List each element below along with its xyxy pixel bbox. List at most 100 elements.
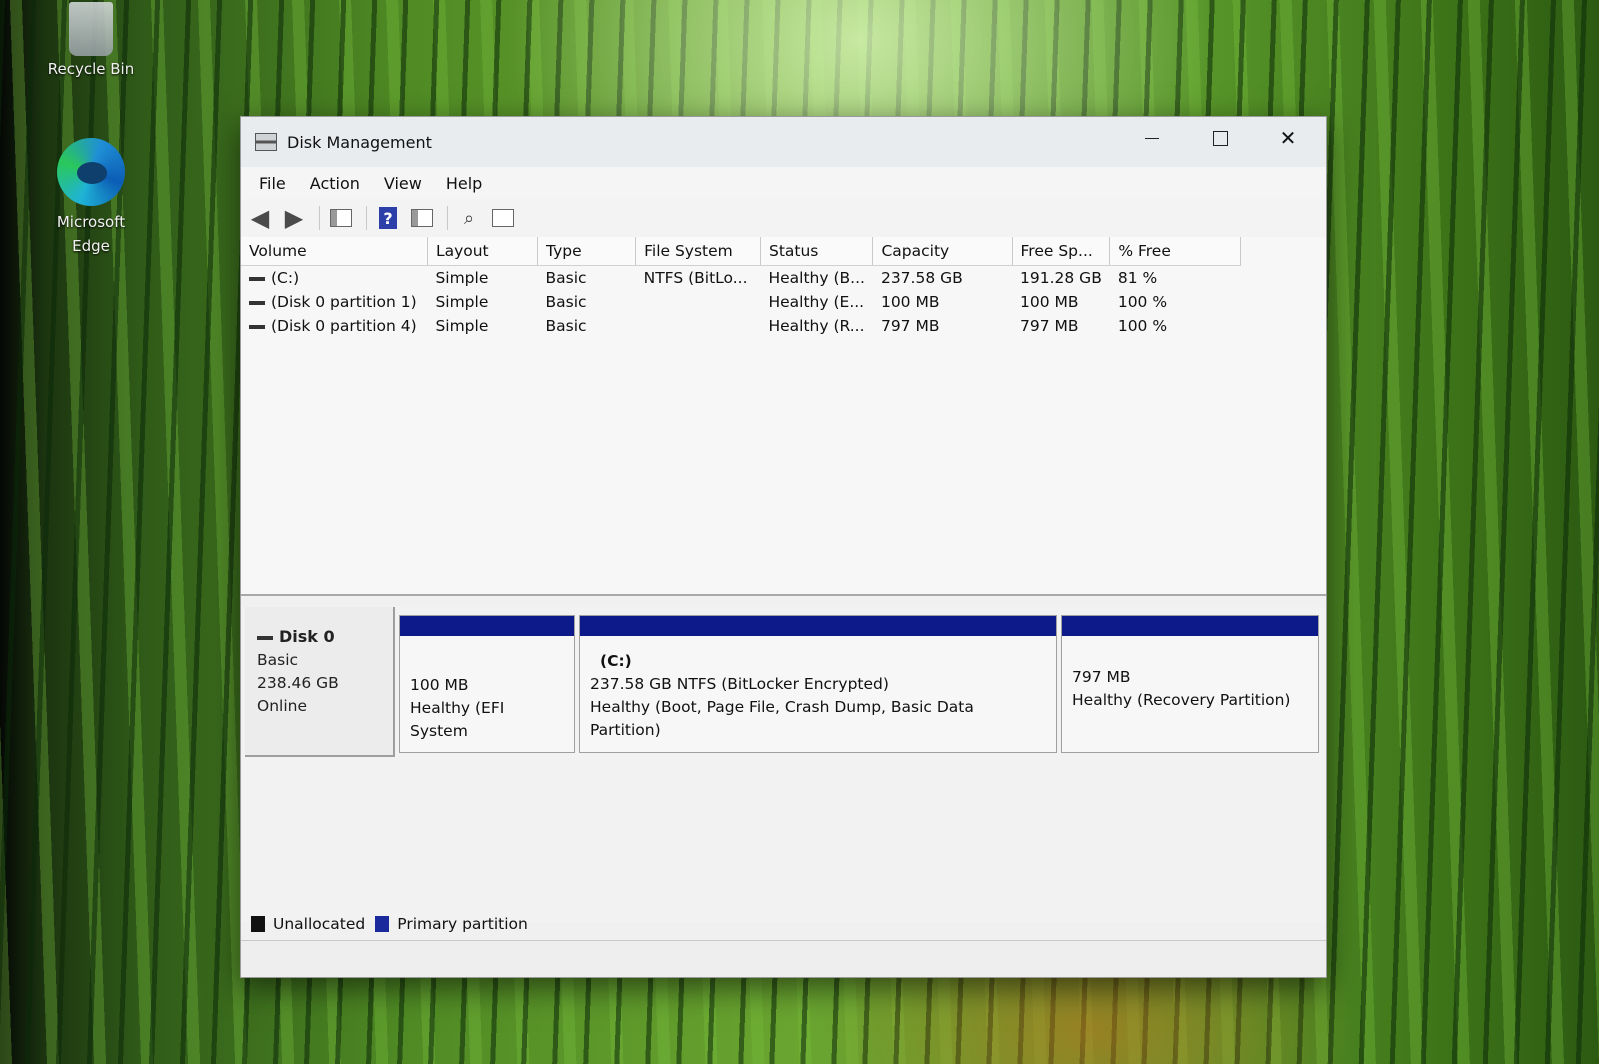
volume-file-system: [636, 290, 761, 314]
back-button[interactable]: ◀: [245, 204, 275, 232]
volume-icon: [249, 276, 265, 281]
show-hide-console-tree-button[interactable]: [326, 204, 356, 232]
primary-partition-stripe: [580, 616, 1056, 636]
partition-size: 797 MB: [1072, 668, 1131, 686]
maximize-icon: [1212, 130, 1228, 146]
minimize-icon: [1145, 137, 1159, 139]
forward-icon: ▶: [284, 204, 304, 232]
toolbar-separator: [447, 206, 448, 230]
column-header-type[interactable]: Type: [537, 237, 637, 266]
volume-layout: Simple: [435, 269, 489, 287]
window-title: Disk Management: [287, 132, 432, 152]
show-hide-action-pane-icon: [411, 209, 433, 227]
table-row[interactable]: (C:) Simple Basic NTFS (BitLo... Healthy…: [241, 266, 1241, 291]
minimize-button[interactable]: [1118, 117, 1186, 159]
column-header-free-space[interactable]: Free Sp...: [1012, 237, 1111, 266]
show-hide-action-pane-button[interactable]: [407, 204, 437, 232]
volume-type: Basic: [545, 269, 587, 287]
primary-partition-swatch: [375, 916, 390, 932]
disk-type: Basic: [257, 651, 299, 669]
volume-percent-free: 100 %: [1117, 317, 1168, 335]
volume-layout: Simple: [435, 293, 489, 311]
primary-partition-stripe: [1062, 616, 1318, 636]
disk-info-block[interactable]: Disk 0 Basic 238.46 GB Online: [245, 607, 395, 757]
volume-capacity: 237.58 GB: [880, 269, 963, 287]
legend: Unallocated Primary partition: [251, 915, 528, 933]
partition-size: 237.58 GB NTFS (BitLocker Encrypted): [590, 675, 889, 693]
recycle-bin-icon: [69, 2, 113, 56]
menu-view[interactable]: View: [372, 170, 434, 197]
volume-name: (Disk 0 partition 1): [271, 293, 417, 311]
partition-status: Healthy (EFI System: [410, 699, 505, 740]
table-row[interactable]: (Disk 0 partition 4) Simple Basic Health…: [241, 314, 1241, 338]
column-header-file-system[interactable]: File System: [635, 237, 761, 266]
volume-layout: Simple: [435, 317, 489, 335]
forward-button[interactable]: ▶: [279, 204, 309, 232]
back-icon: ◀: [250, 204, 270, 232]
toolbar: ◀ ▶ ? ⌕: [241, 199, 1326, 238]
partition-status: Healthy (Boot, Page File, Crash Dump, Ba…: [590, 698, 974, 739]
disk-state: Online: [257, 697, 307, 715]
desktop-icon-recycle-bin[interactable]: Recycle Bin: [36, 2, 146, 78]
disk-name: Disk 0: [279, 627, 335, 646]
toolbar-separator: [366, 206, 367, 230]
disk-size: 238.46 GB: [257, 674, 339, 692]
volume-list-pane[interactable]: Volume Layout Type File System Status Ca…: [241, 237, 1326, 596]
volume-file-system: NTFS (BitLo...: [643, 269, 748, 287]
toolbar-separator: [319, 206, 320, 230]
connect-button[interactable]: ⌕: [454, 204, 484, 232]
close-icon: ✕: [1279, 126, 1297, 150]
volume-type: Basic: [545, 317, 587, 335]
volume-free-space: 797 MB: [1020, 317, 1079, 335]
volume-status: Healthy (E...: [768, 293, 865, 311]
maximize-button[interactable]: [1186, 117, 1254, 159]
menu-file[interactable]: File: [247, 170, 298, 197]
volume-icon: [249, 324, 265, 329]
primary-partition-stripe: [400, 616, 574, 636]
column-header-volume[interactable]: Volume: [241, 237, 428, 266]
volume-percent-free: 81 %: [1117, 269, 1158, 287]
volume-capacity: 797 MB: [880, 317, 940, 335]
volume-name: (C:): [271, 269, 300, 287]
volume-status: Healthy (B...: [768, 269, 865, 287]
disk-management-window: Disk Management ✕ File Action View Help …: [240, 116, 1327, 978]
help-button[interactable]: ?: [373, 204, 403, 232]
menu-action[interactable]: Action: [298, 170, 372, 197]
properties-button[interactable]: [488, 204, 518, 232]
partition-efi[interactable]: 100 MB Healthy (EFI System: [399, 615, 575, 753]
connect-icon: ⌕: [463, 207, 475, 229]
partition-status: Healthy (Recovery Partition): [1072, 691, 1291, 709]
legend-unallocated: Unallocated: [273, 915, 366, 933]
partition-recovery[interactable]: 797 MB Healthy (Recovery Partition): [1061, 615, 1319, 753]
volume-percent-free: 100 %: [1117, 293, 1168, 311]
volume-table: Volume Layout Type File System Status Ca…: [241, 237, 1241, 338]
partition-label: (C:): [600, 652, 632, 670]
properties-icon: [492, 209, 514, 227]
desktop-icon-label: Recycle Bin: [47, 60, 135, 78]
close-button[interactable]: ✕: [1254, 117, 1322, 159]
partition-size: 100 MB: [410, 676, 469, 694]
menu-help[interactable]: Help: [434, 170, 494, 197]
desktop-icon-edge[interactable]: Microsoft Edge: [36, 138, 146, 258]
column-header-layout[interactable]: Layout: [427, 237, 539, 266]
edge-icon: [57, 138, 125, 206]
volume-table-header: Volume Layout Type File System Status Ca…: [241, 237, 1241, 266]
partition-c[interactable]: (C:) 237.58 GB NTFS (BitLocker Encrypted…: [579, 615, 1057, 753]
column-header-percent-free[interactable]: % Free: [1109, 237, 1241, 266]
status-bar: [241, 940, 1326, 977]
disk-graphical-pane[interactable]: Disk 0 Basic 238.46 GB Online 100 MB Hea…: [241, 607, 1326, 933]
volume-file-system: [636, 314, 761, 338]
table-row[interactable]: (Disk 0 partition 1) Simple Basic Health…: [241, 290, 1241, 314]
volume-free-space: 100 MB: [1020, 293, 1079, 311]
volume-status: Healthy (R...: [768, 317, 865, 335]
volume-capacity: 100 MB: [880, 293, 940, 311]
title-bar[interactable]: Disk Management ✕: [241, 117, 1326, 167]
menu-bar: File Action View Help: [241, 167, 1326, 199]
column-header-capacity[interactable]: Capacity: [872, 237, 1013, 266]
unallocated-swatch: [251, 916, 265, 932]
legend-primary-partition: Primary partition: [397, 915, 528, 933]
column-header-status[interactable]: Status: [760, 237, 874, 266]
help-icon: ?: [379, 207, 397, 229]
desktop-icon-label: Microsoft Edge: [56, 213, 126, 255]
volume-free-space: 191.28 GB: [1020, 269, 1102, 287]
